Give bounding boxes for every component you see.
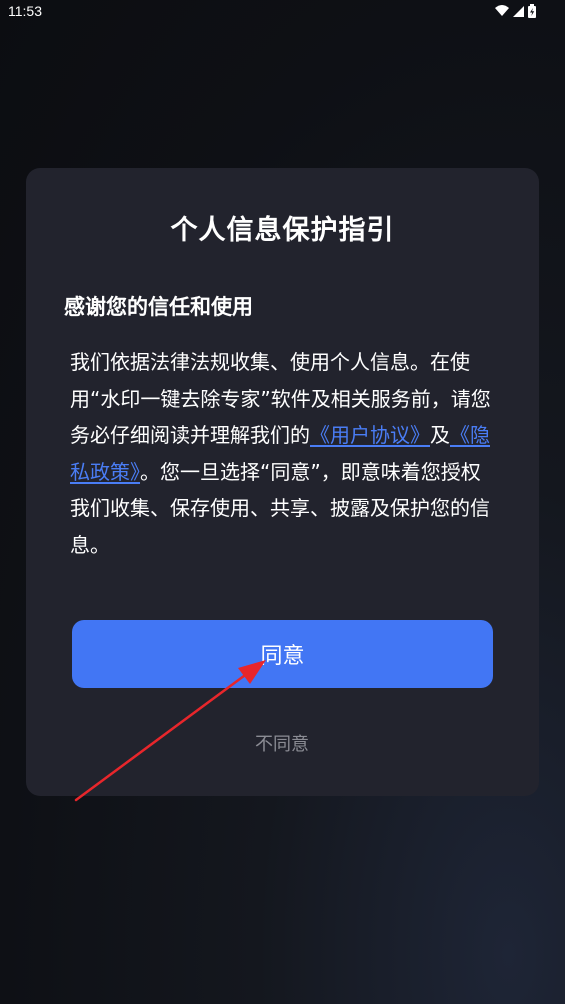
agree-button[interactable]: 同意 — [72, 620, 493, 688]
signal-icon — [513, 6, 524, 17]
disagree-button[interactable]: 不同意 — [182, 728, 382, 758]
status-time: 11:53 — [8, 3, 42, 19]
dialog-subtitle: 感谢您的信任和使用 — [64, 295, 253, 319]
user-agreement-link[interactable]: 《用户协议》 — [310, 423, 430, 447]
battery-icon — [528, 4, 536, 18]
dialog-body-text: 我们依据法律法规收集、使用个人信息。在使用“水印一键去除专家”软件及相关服务前，… — [70, 344, 500, 563]
body-conjunction: 及 — [430, 423, 450, 447]
status-bar: 11:53 — [0, 0, 565, 24]
privacy-dialog: 个人信息保护指引 感谢您的信任和使用 我们依据法律法规收集、使用个人信息。在使用… — [26, 168, 539, 796]
dialog-title: 个人信息保护指引 — [170, 215, 395, 246]
status-icons — [493, 3, 543, 21]
wifi-icon — [495, 5, 509, 16]
